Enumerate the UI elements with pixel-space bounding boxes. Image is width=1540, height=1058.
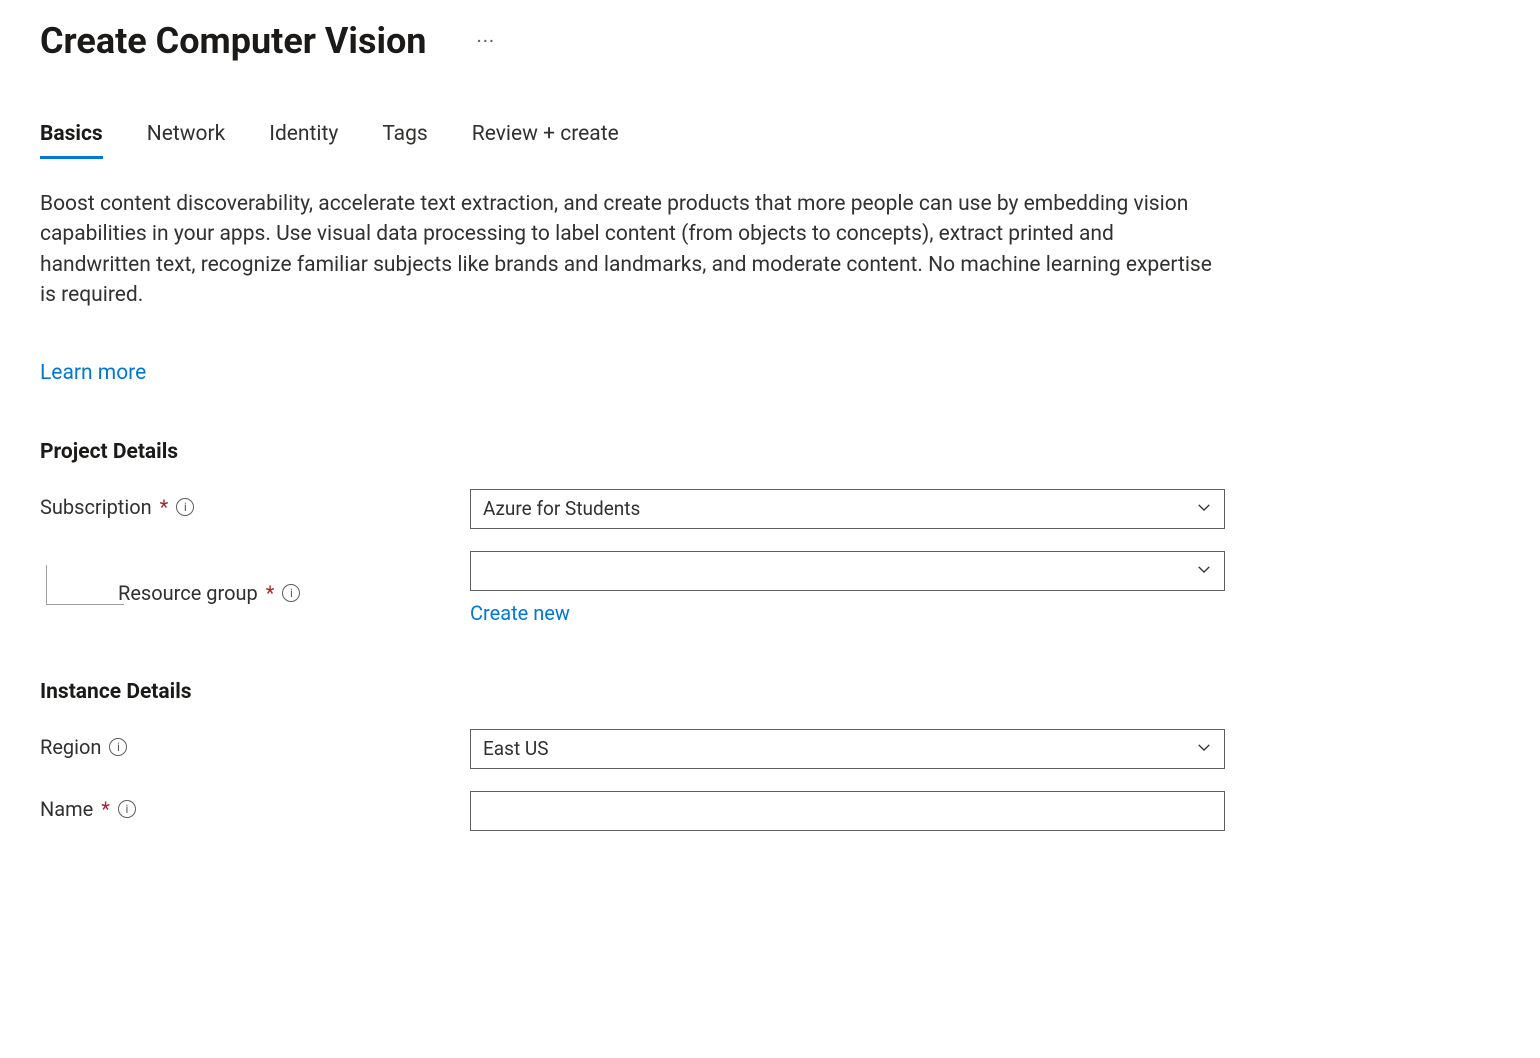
info-icon[interactable]: i	[118, 800, 136, 818]
create-new-link[interactable]: Create new	[470, 601, 570, 625]
tab-basics[interactable]: Basics	[40, 122, 103, 159]
subscription-label: Subscription	[40, 495, 152, 519]
subscription-select[interactable]: Azure for Students	[470, 489, 1225, 529]
tabs-container: Basics Network Identity Tags Review + cr…	[40, 122, 1500, 159]
resource-group-label: Resource group	[118, 581, 258, 605]
info-icon[interactable]: i	[109, 738, 127, 756]
tab-network[interactable]: Network	[147, 122, 226, 159]
section-title-instance-details: Instance Details	[40, 680, 1500, 704]
tab-review-create[interactable]: Review + create	[472, 122, 619, 159]
info-icon[interactable]: i	[282, 584, 300, 602]
info-icon[interactable]: i	[176, 498, 194, 516]
name-label: Name	[40, 797, 93, 821]
more-options-icon[interactable]: ···	[476, 29, 495, 53]
region-label: Region	[40, 735, 101, 759]
required-indicator: *	[266, 581, 275, 605]
required-indicator: *	[101, 797, 110, 821]
section-title-project-details: Project Details	[40, 440, 1500, 464]
tree-connector	[46, 565, 124, 605]
required-indicator: *	[160, 495, 169, 519]
name-input[interactable]	[470, 791, 1225, 831]
page-title: Create Computer Vision	[40, 20, 426, 62]
intro-description: Boost content discoverability, accelerat…	[40, 189, 1220, 311]
resource-group-select[interactable]	[470, 551, 1225, 591]
tab-identity[interactable]: Identity	[269, 122, 338, 159]
learn-more-link[interactable]: Learn more	[40, 361, 146, 385]
tab-tags[interactable]: Tags	[382, 122, 427, 159]
region-select[interactable]: East US	[470, 729, 1225, 769]
